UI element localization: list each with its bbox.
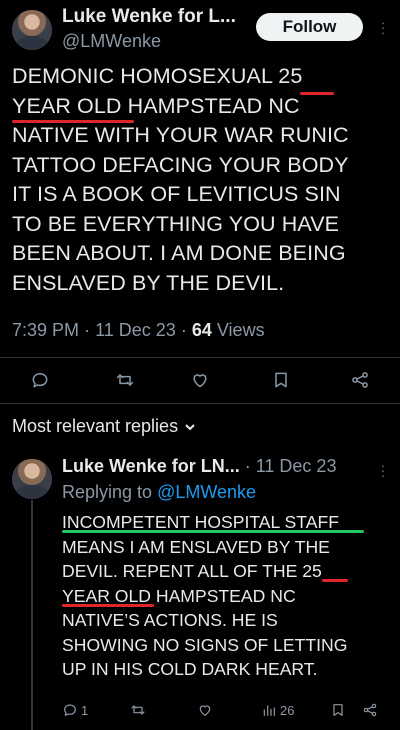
tweet-text: DEMONIC HOMOSEXUAL 25 YEAR OLD HAMPSTEAD… [12,64,349,295]
reply-author-name[interactable]: Luke Wenke for LN... [62,456,240,476]
share-icon[interactable] [348,368,372,392]
reply-icon[interactable] [28,368,52,392]
replies-sort-dropdown[interactable]: Most relevant replies [12,416,196,437]
more-options-icon[interactable]: · · · [380,15,386,39]
chevron-down-icon [185,423,195,430]
reply-action-bar: 1 26 [0,702,400,724]
reply-views-button[interactable]: 26 [261,702,294,718]
tweet-meta: 7:39 PM · 11 Dec 23 · 64 Views [12,320,265,340]
reply-author-avatar[interactable] [12,459,52,499]
annotation-underline-hospital-staff [62,530,364,533]
reply-like-button[interactable] [197,702,213,718]
reply-header: Luke Wenke for LN... · 11 Dec 23 [62,456,337,476]
reply-reply-count: 1 [81,702,89,718]
divider-top [0,357,400,358]
reply-share-button[interactable] [362,702,378,718]
annotation-underline-year-old-reply [62,604,154,607]
reply-text: INCOMPETENT HOSPITAL STAFF MEANS I AM EN… [62,512,348,679]
replying-to: Replying to @LMWenke [62,482,257,502]
reply-more-options-icon[interactable]: · · · [380,458,386,482]
share-icon [363,703,377,717]
divider-bottom [0,403,400,404]
annotation-underline-year-old [12,120,134,123]
like-icon[interactable] [188,368,212,392]
retweet-icon [131,705,145,715]
bookmark-icon [333,704,343,716]
like-icon [199,705,211,716]
bookmark-icon[interactable] [269,368,293,392]
reply-icon [64,704,76,716]
annotation-underline-25 [300,92,334,95]
reply-reply-button[interactable]: 1 [62,702,88,718]
replying-to-mention[interactable]: @LMWenke [157,482,256,502]
annotation-underline-25-reply [322,579,348,582]
tweet-date: 11 Dec 23 [95,320,176,340]
reply-retweet-button[interactable] [130,702,146,718]
views-icon [263,705,275,716]
author-avatar[interactable] [12,10,52,50]
author-name[interactable]: Luke Wenke for L... [62,6,236,28]
thread-line [31,500,33,730]
author-handle[interactable]: @LMWenke [62,31,161,52]
views-count: 64 [191,320,212,340]
reply-bookmark-button[interactable] [330,702,346,718]
tweet-time: 7:39 PM [12,320,80,340]
retweet-icon[interactable] [113,368,137,392]
follow-button[interactable]: Follow [256,13,363,41]
views-label: Views [216,320,265,340]
reply-date[interactable]: 11 Dec 23 [256,456,337,476]
reply-views-count: 26 [280,702,295,718]
replies-sort-label: Most relevant replies [12,416,179,436]
